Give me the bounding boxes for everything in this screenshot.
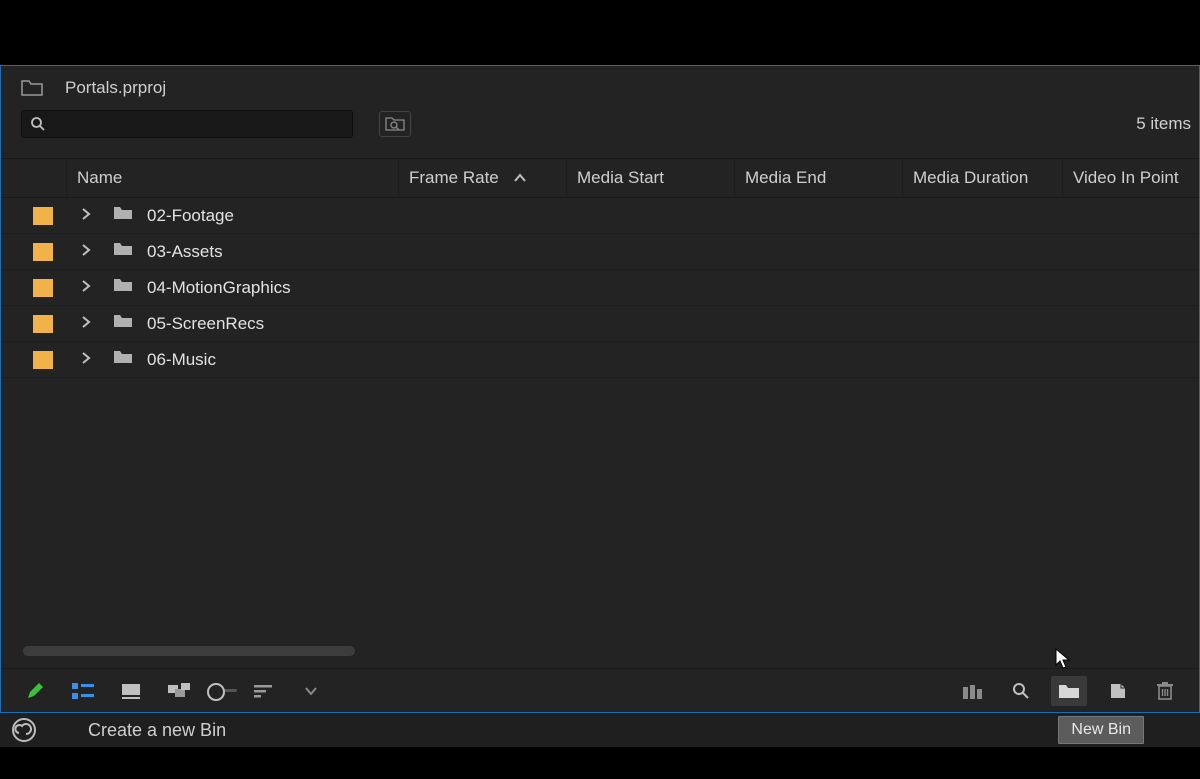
- delete-button[interactable]: [1147, 676, 1183, 706]
- status-bar: Create a new Bin New Bin: [0, 713, 1200, 747]
- column-name[interactable]: Name: [67, 159, 399, 197]
- chevron-right-icon[interactable]: [81, 351, 95, 369]
- sort-button[interactable]: [245, 676, 281, 706]
- folder-icon: [113, 277, 133, 298]
- freeform-view-button[interactable]: [161, 676, 197, 706]
- zoom-slider[interactable]: [209, 676, 245, 706]
- folder-icon: [113, 349, 133, 370]
- bin-name: 06-Music: [147, 350, 216, 370]
- find-button[interactable]: [1003, 676, 1039, 706]
- table-row[interactable]: 02-Footage: [1, 198, 1199, 234]
- bin-name: 03-Assets: [147, 242, 223, 262]
- column-media-end[interactable]: Media End: [735, 159, 903, 197]
- search-icon: [30, 116, 46, 132]
- table-row[interactable]: 05-ScreenRecs: [1, 306, 1199, 342]
- horizontal-scrollbar[interactable]: [23, 646, 355, 656]
- table-row[interactable]: 06-Music: [1, 342, 1199, 378]
- column-media-start[interactable]: Media Start: [567, 159, 735, 197]
- column-frame-rate[interactable]: Frame Rate: [399, 159, 567, 197]
- search-row: 5 items: [1, 106, 1199, 142]
- chevron-right-icon[interactable]: [81, 243, 95, 261]
- bin-name: 05-ScreenRecs: [147, 314, 264, 334]
- label-chip[interactable]: [33, 207, 53, 225]
- column-headers: Name Frame Rate Media Start Media End Me…: [1, 158, 1199, 198]
- cursor-icon: [1055, 648, 1073, 670]
- search-in-bin-button[interactable]: [379, 111, 411, 137]
- project-bin-icon: [21, 79, 43, 97]
- table-row[interactable]: 03-Assets: [1, 234, 1199, 270]
- folder-icon: [113, 241, 133, 262]
- automate-to-sequence-button[interactable]: [955, 676, 991, 706]
- tooltip: New Bin: [1058, 716, 1144, 744]
- chevron-right-icon[interactable]: [81, 315, 95, 333]
- bin-list: 02-Footage 03-Assets 04-MotionGraphics 0…: [1, 198, 1199, 648]
- bottom-toolbar: [1, 668, 1199, 712]
- status-hint: Create a new Bin: [88, 720, 226, 741]
- chevron-right-icon[interactable]: [81, 207, 95, 225]
- writable-toggle[interactable]: [17, 676, 53, 706]
- sort-ascending-icon: [513, 168, 527, 188]
- table-row[interactable]: 04-MotionGraphics: [1, 270, 1199, 306]
- project-filename: Portals.prproj: [65, 78, 166, 98]
- bin-name: 04-MotionGraphics: [147, 278, 291, 298]
- column-video-in-point[interactable]: Video In Point: [1063, 159, 1199, 197]
- folder-icon: [113, 313, 133, 334]
- project-panel: Portals.prproj 5 items Name Frame Rate: [0, 65, 1200, 713]
- panel-header: Portals.prproj: [1, 66, 1199, 106]
- chevron-right-icon[interactable]: [81, 279, 95, 297]
- column-media-duration[interactable]: Media Duration: [903, 159, 1063, 197]
- new-bin-button[interactable]: [1051, 676, 1087, 706]
- label-chip[interactable]: [33, 351, 53, 369]
- column-label[interactable]: [1, 159, 67, 197]
- search-input[interactable]: [21, 110, 353, 138]
- list-view-button[interactable]: [65, 676, 101, 706]
- bin-name: 02-Footage: [147, 206, 234, 226]
- items-count: 5 items: [1136, 114, 1191, 134]
- label-chip[interactable]: [33, 243, 53, 261]
- icon-view-button[interactable]: [113, 676, 149, 706]
- new-item-button[interactable]: [1099, 676, 1135, 706]
- sort-menu-button[interactable]: [293, 676, 329, 706]
- folder-icon: [113, 205, 133, 226]
- creative-cloud-icon: [12, 718, 36, 742]
- label-chip[interactable]: [33, 315, 53, 333]
- label-chip[interactable]: [33, 279, 53, 297]
